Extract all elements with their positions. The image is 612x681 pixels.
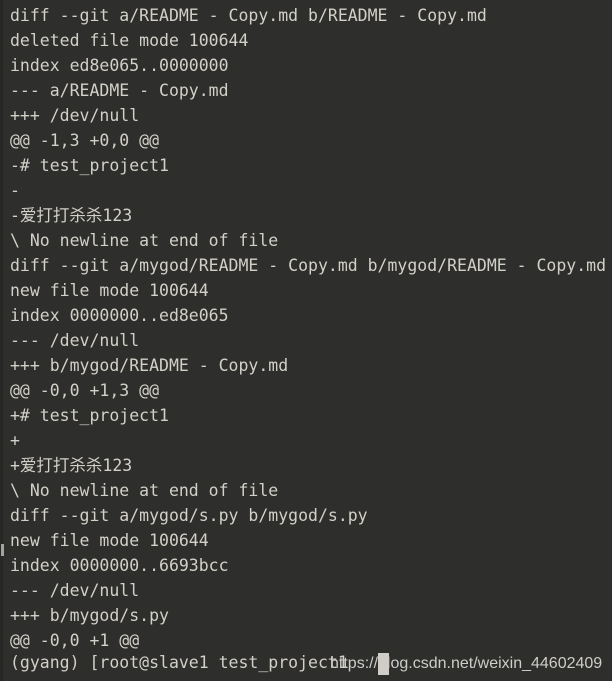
terminal-line: +# test_project1 [10,406,169,425]
terminal-line: index 0000000..ed8e065 [10,306,229,325]
terminal-line: deleted file mode 100644 [10,31,249,50]
terminal-line: +爱打打杀杀123 [10,456,133,475]
terminal-line: diff --git a/mygod/s.py b/mygod/s.py [10,506,368,525]
terminal-line: -爱打打杀杀123 [10,206,133,225]
terminal-output: diff --git a/README - Copy.md b/README -… [0,0,612,653]
terminal-line: -# test_project1 [10,156,169,175]
terminal-line: new file mode 100644 [10,531,209,550]
terminal-line: @@ -0,0 +1,3 @@ [10,381,160,400]
shell-prompt-line[interactable]: (gyang) [root@slave1 test_project1 [0,650,612,676]
terminal-line: \ No newline at end of file [10,231,279,250]
terminal-line: diff --git a/mygod/README - Copy.md b/my… [10,256,607,275]
text-cursor [378,653,389,675]
terminal-line: + [10,431,20,450]
terminal-line: diff --git a/README - Copy.md b/README -… [10,6,487,25]
terminal-line: index ed8e065..0000000 [10,56,229,75]
terminal-line: +++ /dev/null [10,106,140,125]
terminal-line: +++ b/mygod/s.py [10,606,169,625]
terminal-line: --- a/README - Copy.md [10,81,229,100]
terminal-line: +++ b/mygod/README - Copy.md [10,356,289,375]
terminal-window: diff --git a/README - Copy.md b/README -… [0,0,612,681]
terminal-line: @@ -1,3 +0,0 @@ [10,131,160,150]
terminal-line: - [10,181,20,200]
terminal-line: --- /dev/null [10,331,140,350]
terminal-line: index 0000000..6693bcc [10,556,229,575]
terminal-line: --- /dev/null [10,581,140,600]
terminal-line: \ No newline at end of file [10,481,279,500]
shell-prompt-text: (gyang) [root@slave1 test_project1 [10,653,348,672]
terminal-line: new file mode 100644 [10,281,209,300]
